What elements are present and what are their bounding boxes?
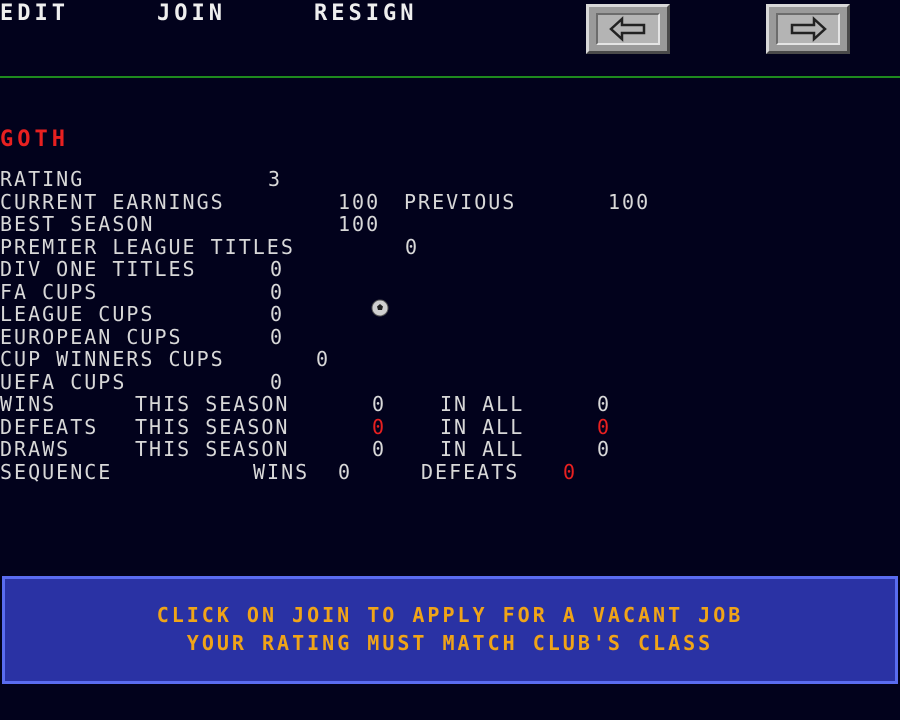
next-club-button[interactable] <box>766 4 850 54</box>
draws-this-season-label: THIS SEASON <box>135 437 290 461</box>
header-divider <box>0 76 900 78</box>
uefa-cups-value: 0 <box>270 370 285 394</box>
best-season-label: BEST SEASON <box>0 212 155 236</box>
draws-in-all-label: IN ALL <box>440 437 525 461</box>
fa-cups-value: 0 <box>270 280 285 304</box>
info-panel: CLICK ON JOIN TO APPLY FOR A VACANT JOB … <box>2 576 898 684</box>
draws-label: DRAWS <box>0 437 71 461</box>
previous-club-button[interactable] <box>586 4 670 54</box>
previous-label: PREVIOUS <box>404 190 517 214</box>
right-arrow-icon <box>776 13 840 45</box>
european-cups-label: EUROPEAN CUPS <box>0 325 183 349</box>
uefa-cups-label: UEFA CUPS <box>0 370 127 394</box>
best-season-value: 100 <box>338 212 381 236</box>
sequence-defeats-label: DEFEATS <box>421 460 520 484</box>
wins-this-season-value: 0 <box>372 392 387 416</box>
edit-button[interactable]: EDIT <box>0 0 69 28</box>
sequence-wins-value: 0 <box>338 460 353 484</box>
rating-label: RATING <box>0 167 85 191</box>
div-one-titles-value: 0 <box>270 257 285 281</box>
league-cups-label: LEAGUE CUPS <box>0 302 155 326</box>
join-button[interactable]: JOIN <box>157 0 226 28</box>
wins-this-season-label: THIS SEASON <box>135 392 290 416</box>
sequence-wins-label: WINS <box>253 460 310 484</box>
wins-in-all-label: IN ALL <box>440 392 525 416</box>
current-earnings-value: 100 <box>338 190 381 214</box>
premier-league-titles-value: 0 <box>405 235 420 259</box>
defeats-this-season-value: 0 <box>372 415 387 439</box>
left-arrow-icon <box>596 13 660 45</box>
wins-label: WINS <box>0 392 57 416</box>
rating-value: 3 <box>268 167 283 191</box>
sequence-defeats-value: 0 <box>563 460 578 484</box>
defeats-in-all-label: IN ALL <box>440 415 525 439</box>
premier-league-titles-label: PREMIER LEAGUE TITLES <box>0 235 295 259</box>
defeats-label: DEFEATS <box>0 415 99 439</box>
defeats-this-season-label: THIS SEASON <box>135 415 290 439</box>
wins-in-all-value: 0 <box>597 392 612 416</box>
current-earnings-label: CURRENT EARNINGS <box>0 190 225 214</box>
info-line-2: YOUR RATING MUST MATCH CLUB'S CLASS <box>186 631 714 655</box>
league-cups-value: 0 <box>270 302 285 326</box>
european-cups-value: 0 <box>270 325 285 349</box>
previous-value: 100 <box>608 190 651 214</box>
draws-in-all-value: 0 <box>597 437 612 461</box>
defeats-in-all-value: 0 <box>597 415 612 439</box>
draws-this-season-value: 0 <box>372 437 387 461</box>
div-one-titles-label: DIV ONE TITLES <box>0 257 197 281</box>
fa-cups-label: FA CUPS <box>0 280 99 304</box>
club-name: GOTH <box>0 127 69 152</box>
sequence-label: SEQUENCE <box>0 460 113 484</box>
resign-button[interactable]: RESIGN <box>314 0 417 28</box>
cup-winners-cups-label: CUP WINNERS CUPS <box>0 347 225 371</box>
info-line-1: CLICK ON JOIN TO APPLY FOR A VACANT JOB <box>156 603 744 627</box>
cup-winners-cups-value: 0 <box>316 347 331 371</box>
football-cursor-icon <box>371 299 389 317</box>
